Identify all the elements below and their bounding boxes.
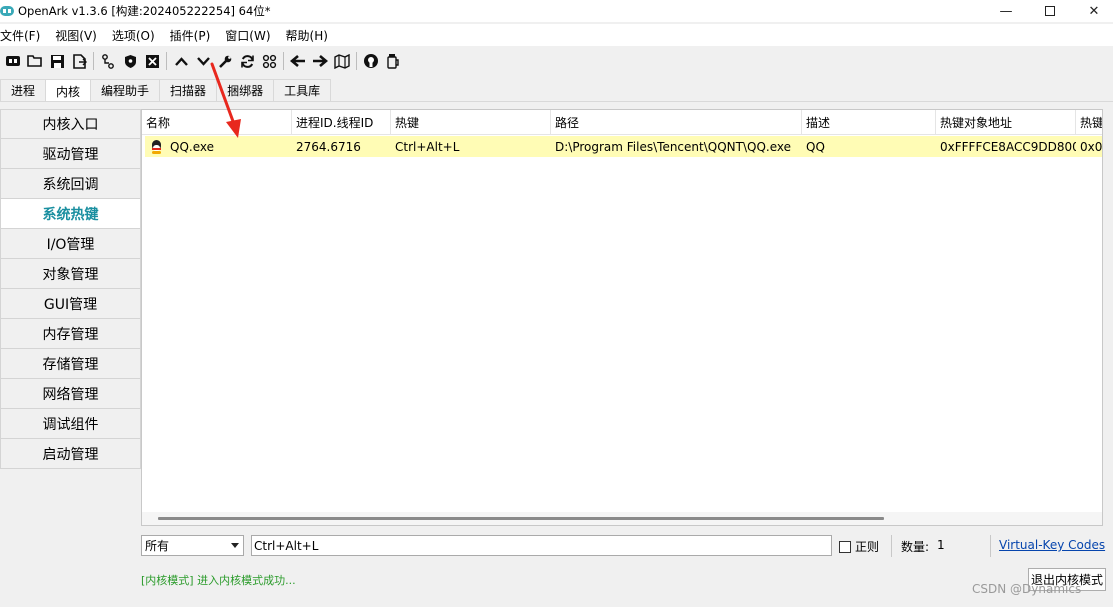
back-icon[interactable] <box>287 50 309 72</box>
status-message: [内核模式] 进入内核模式成功... <box>141 574 296 587</box>
toolbar <box>0 48 1113 74</box>
result-count-label: 数量: <box>901 540 930 554</box>
cell-hotkey: Ctrl+Alt+L <box>395 139 460 154</box>
title-bar: OpenArk v1.3.6 [构建:202405222254] 64位* — … <box>0 0 1113 22</box>
tab-toolkit[interactable]: 工具库 <box>273 79 332 101</box>
grid-icon[interactable] <box>258 50 280 72</box>
move-down-icon[interactable] <box>192 50 214 72</box>
scope-dropdown[interactable]: 所有 <box>141 535 244 556</box>
wrench-icon[interactable] <box>214 50 236 72</box>
coffee-icon[interactable] <box>382 50 404 72</box>
process-tree-icon[interactable] <box>97 50 119 72</box>
menu-options[interactable]: 选项(O) <box>112 27 155 44</box>
toolbar-separator <box>356 52 357 70</box>
filter-separator <box>990 535 991 557</box>
save-icon[interactable] <box>46 50 68 72</box>
sidebar-item-gui-manager[interactable]: GUI管理 <box>0 289 141 319</box>
sidebar-item-kernel-entry[interactable]: 内核入口 <box>0 109 141 139</box>
console-icon[interactable] <box>2 50 24 72</box>
csdn-watermark: CSDN @Dynamics <box>972 582 1082 596</box>
map-icon[interactable] <box>331 50 353 72</box>
cell-name-text: QQ.exe <box>170 139 214 154</box>
regex-checkbox-label: 正则 <box>855 540 880 554</box>
minimize-icon: — <box>999 3 1013 19</box>
main-tabs: 进程 内核 编程助手 扫描器 捆绑器 工具库 <box>0 79 332 102</box>
scope-dropdown-value: 所有 <box>145 539 170 553</box>
result-count-value: 1 <box>937 538 945 552</box>
minimize-button[interactable]: — <box>983 0 1029 22</box>
column-header-hotkey[interactable]: 热键 <box>391 110 551 135</box>
menu-help[interactable]: 帮助(H) <box>286 27 328 44</box>
sidebar-item-system-callbacks[interactable]: 系统回调 <box>0 169 141 199</box>
table-row[interactable]: QQ.exe 2764.6716 Ctrl+Alt+L D:\Program F… <box>145 136 1103 157</box>
menu-view[interactable]: 视图(V) <box>55 27 97 44</box>
shield-icon[interactable] <box>119 50 141 72</box>
cell-pid-tid: 2764.6716 <box>296 139 361 154</box>
maximize-button[interactable] <box>1027 0 1073 22</box>
close-button[interactable]: ✕ <box>1071 0 1113 22</box>
tab-bundler[interactable]: 捆绑器 <box>216 79 275 101</box>
tab-process[interactable]: 进程 <box>0 79 47 101</box>
maximize-icon <box>1045 6 1055 16</box>
window-title: OpenArk v1.3.6 [构建:202405222254] 64位* <box>18 4 271 18</box>
toolbar-separator <box>283 52 284 70</box>
menu-file[interactable]: 文件(F) <box>0 27 40 44</box>
sidebar-item-system-hotkeys[interactable]: 系统热键 <box>0 199 141 229</box>
sidebar-item-io-manager[interactable]: I/O管理 <box>0 229 141 259</box>
column-header-pid-tid[interactable]: 进程ID.线程ID <box>292 110 391 135</box>
cell-hotkey-object-address: 0xFFFFCE8ACC9DD800 <box>940 139 1076 154</box>
open-folder-icon[interactable] <box>24 50 46 72</box>
toolbar-separator <box>93 52 94 70</box>
sidebar-item-debug-components[interactable]: 调试组件 <box>0 409 141 439</box>
tab-divider <box>0 101 1113 102</box>
move-up-icon[interactable] <box>170 50 192 72</box>
chevron-down-icon <box>231 543 239 548</box>
regex-checkbox[interactable]: 正则 <box>839 538 879 555</box>
close-icon: ✕ <box>1088 3 1100 19</box>
openark-logo-icon <box>0 6 14 16</box>
hotkey-search-input[interactable] <box>251 535 832 556</box>
regex-checkbox-box[interactable] <box>839 540 851 553</box>
kernel-sidebar: 内核入口 驱动管理 系统回调 系统热键 I/O管理 对象管理 GUI管理 内存管… <box>0 109 141 469</box>
tab-scanner[interactable]: 扫描器 <box>159 79 218 101</box>
toolbar-separator <box>166 52 167 70</box>
cell-description: QQ <box>806 139 825 154</box>
sidebar-item-memory-manager[interactable]: 内存管理 <box>0 319 141 349</box>
github-icon[interactable] <box>360 50 382 72</box>
horizontal-scrollbar-thumb[interactable] <box>158 517 884 520</box>
column-header-name[interactable]: 名称 <box>142 110 292 135</box>
filter-separator <box>891 535 892 557</box>
column-header-description[interactable]: 描述 <box>802 110 936 135</box>
qq-penguin-icon <box>151 139 162 154</box>
close-box-icon[interactable] <box>141 50 163 72</box>
sidebar-item-storage-manager[interactable]: 存储管理 <box>0 349 141 379</box>
tab-kernel[interactable]: 内核 <box>45 79 92 102</box>
sidebar-item-object-manager[interactable]: 对象管理 <box>0 259 141 289</box>
export-icon[interactable] <box>68 50 90 72</box>
menu-window[interactable]: 窗口(W) <box>225 27 270 44</box>
virtual-key-codes-link[interactable]: Virtual-Key Codes <box>999 538 1105 552</box>
result-count: 数量: 1 <box>901 538 945 555</box>
column-header-path[interactable]: 路径 <box>551 110 802 135</box>
column-header-hotkey-extra[interactable]: 热键 <box>1076 110 1102 135</box>
table-header: 名称 进程ID.线程ID 热键 路径 描述 热键对象地址 热键 <box>142 110 1102 135</box>
menu-bar: 文件(F) 视图(V) 选项(O) 插件(P) 窗口(W) 帮助(H) <box>0 24 1113 46</box>
cell-hotkey-extra: 0x0 <box>1080 139 1103 154</box>
menu-plugins[interactable]: 插件(P) <box>170 27 211 44</box>
sidebar-item-network-manager[interactable]: 网络管理 <box>0 379 141 409</box>
cell-path: D:\Program Files\Tencent\QQNT\QQ.exe <box>555 139 791 154</box>
column-header-hotkey-object-address[interactable]: 热键对象地址 <box>936 110 1076 135</box>
sidebar-item-startup-manager[interactable]: 启动管理 <box>0 439 141 469</box>
forward-icon[interactable] <box>309 50 331 72</box>
hotkey-table: 名称 进程ID.线程ID 热键 路径 描述 热键对象地址 热键 QQ.exe 2… <box>141 109 1103 526</box>
cell-name: QQ.exe <box>145 136 292 157</box>
sidebar-item-driver-manager[interactable]: 驱动管理 <box>0 139 141 169</box>
refresh-icon[interactable] <box>236 50 258 72</box>
tab-coder-helper[interactable]: 编程助手 <box>90 79 161 101</box>
